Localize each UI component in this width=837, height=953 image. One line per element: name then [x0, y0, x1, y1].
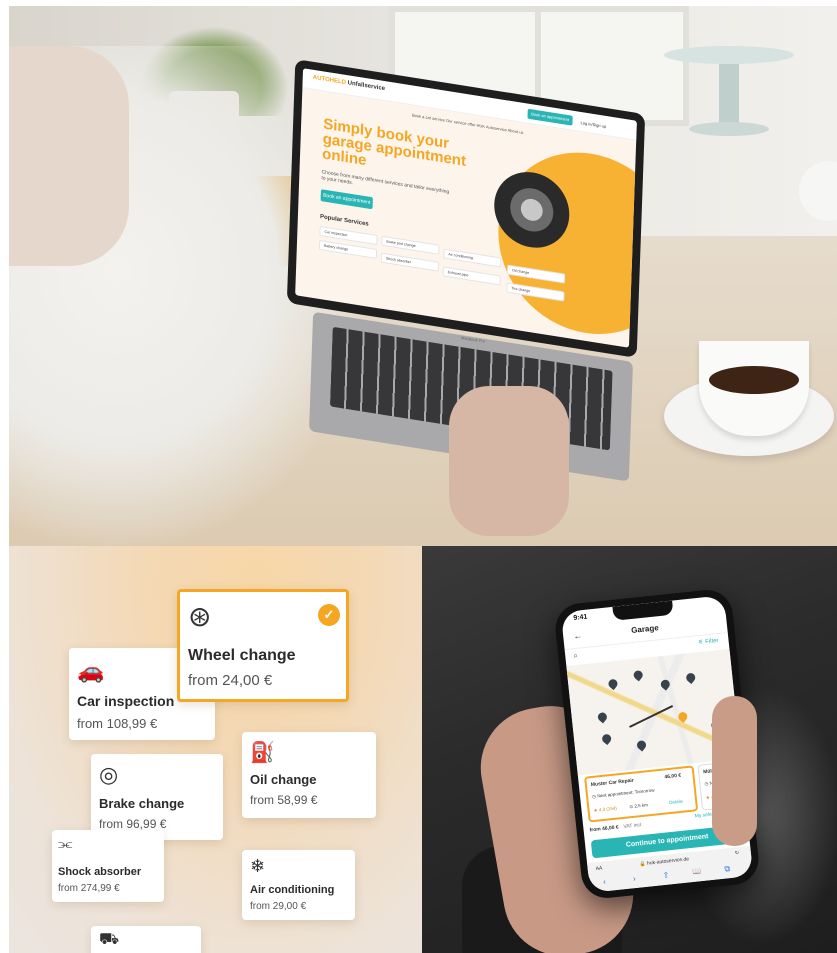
service-title: Shock absorber — [58, 866, 142, 878]
map-pin[interactable] — [635, 738, 648, 752]
login-link[interactable]: Log in/Sign up — [580, 120, 606, 129]
hero-book-button[interactable]: Book an appointment — [320, 189, 373, 210]
service-price: from 96,99 € — [99, 817, 167, 831]
footer-vat: VAT incl. — [623, 821, 643, 830]
service-title: Car inspection — [77, 693, 175, 709]
garage-price: 46,00 € — [664, 772, 682, 781]
car-icon: 🚗 — [77, 658, 105, 683]
collage: AUTOHELD Unfallservice Book an appointme… — [0, 0, 837, 953]
chip-brake-pad[interactable]: Brake pad change — [381, 235, 440, 255]
service-title: Oil change — [250, 772, 317, 787]
service-price: from 108,99 € — [77, 716, 158, 731]
service-card-brake-change[interactable]: ◎ Brake change from 96,99 € — [91, 754, 223, 840]
url-text[interactable]: 🔒 huk-autoservice.de — [639, 856, 689, 867]
filter-button[interactable]: ⚟ Filter — [698, 637, 719, 646]
service-title: Wheel change — [188, 647, 296, 664]
cake-stand — [664, 36, 794, 146]
fingers — [712, 696, 757, 846]
map-pin[interactable] — [658, 677, 672, 691]
phone-photo: 9:41 ← Garage ⌕ ⚟ Filter Muster Car Repa… — [422, 546, 837, 953]
service-card-oil-change[interactable]: ⛽ Oil change from 58,99 € — [242, 732, 376, 818]
check-icon: ✓ — [318, 604, 340, 626]
forward-icon[interactable]: › — [632, 874, 636, 883]
status-time: 9:41 — [573, 613, 588, 623]
site-logo[interactable]: AUTOHELD Unfallservice — [313, 75, 385, 92]
bookmarks-icon[interactable]: 📖 — [692, 867, 701, 876]
service-title: Air conditioning — [250, 884, 335, 896]
service-title: Brake change — [99, 796, 185, 811]
laptop-bezel: AUTOHELD Unfallservice Book an appointme… — [286, 59, 646, 358]
laptop-screen: AUTOHELD Unfallservice Book an appointme… — [295, 68, 637, 348]
service-price: from 24,00 € — [188, 672, 273, 689]
map-pin[interactable] — [606, 677, 620, 691]
wheel-icon: ⊛ — [188, 601, 212, 632]
snowflake-icon: ❄ — [250, 856, 266, 876]
service-price: from 29,00 € — [250, 901, 307, 912]
route-line — [629, 705, 674, 728]
map-pin[interactable] — [600, 732, 614, 746]
service-card-air-conditioning[interactable]: ❄ Air conditioning from 29,00 € — [242, 850, 355, 920]
coffee — [709, 366, 799, 394]
share-icon[interactable]: ⇧ — [662, 870, 670, 880]
chip-air-conditioning[interactable]: Air conditioning — [443, 248, 502, 268]
search-icon[interactable]: ⌕ — [573, 651, 579, 661]
reader-aa[interactable]: AA — [595, 865, 602, 872]
car-lift-icon: ⛟ — [99, 931, 120, 948]
oil-can-icon: ⛽ — [250, 742, 275, 764]
service-price: from 58,99 € — [250, 793, 318, 807]
footer-price: from 46,00 € — [589, 824, 620, 834]
map-pin[interactable] — [596, 710, 609, 724]
hand — [449, 386, 569, 536]
service-card-shock-absorber[interactable]: ⫘ Shock absorber from 274,99 € — [52, 830, 164, 902]
reload-icon[interactable]: ↻ — [735, 850, 740, 856]
services-panel: 🚗 Car inspection from 108,99 € ⊛ ✓ Wheel… — [9, 546, 422, 953]
brake-icon: ◎ — [99, 762, 119, 787]
map-pin[interactable] — [631, 668, 645, 682]
hero-circle — [495, 139, 637, 348]
details-link[interactable]: Details — [669, 799, 683, 805]
header-book-button[interactable]: Book an appointment — [527, 108, 573, 126]
shock-absorber-icon: ⫘ — [58, 836, 73, 853]
map-pin[interactable] — [684, 671, 698, 684]
tabs-icon[interactable]: ⧉ — [724, 864, 731, 875]
chip-shock-absorber[interactable]: Shock absorber — [380, 252, 440, 272]
distance: ⊙ 2,5 km — [629, 802, 649, 810]
service-price: from 274,99 € — [58, 883, 120, 894]
garage-name: Muster Car Repair — [590, 777, 635, 789]
chip-exhaust-pipe[interactable]: Exhaust pipe — [442, 266, 501, 286]
next-appointment: ◷ Next appointment: Tomorrow — [591, 787, 655, 800]
popular-services-title: Popular Services — [319, 214, 369, 228]
laptop-photo: AUTOHELD Unfallservice Book an appointme… — [9, 6, 837, 546]
map-pin-selected[interactable] — [676, 710, 690, 723]
back-icon[interactable]: ‹ — [603, 877, 607, 886]
service-card-partial[interactable]: ⛟ — [91, 926, 201, 953]
laptop-brand: MacBook Pro — [460, 335, 486, 344]
rating: ★ 4,3 (154) — [593, 805, 618, 813]
person-head — [9, 46, 129, 266]
service-card-wheel-change[interactable]: ⊛ ✓ Wheel change from 24,00 € — [177, 589, 349, 702]
